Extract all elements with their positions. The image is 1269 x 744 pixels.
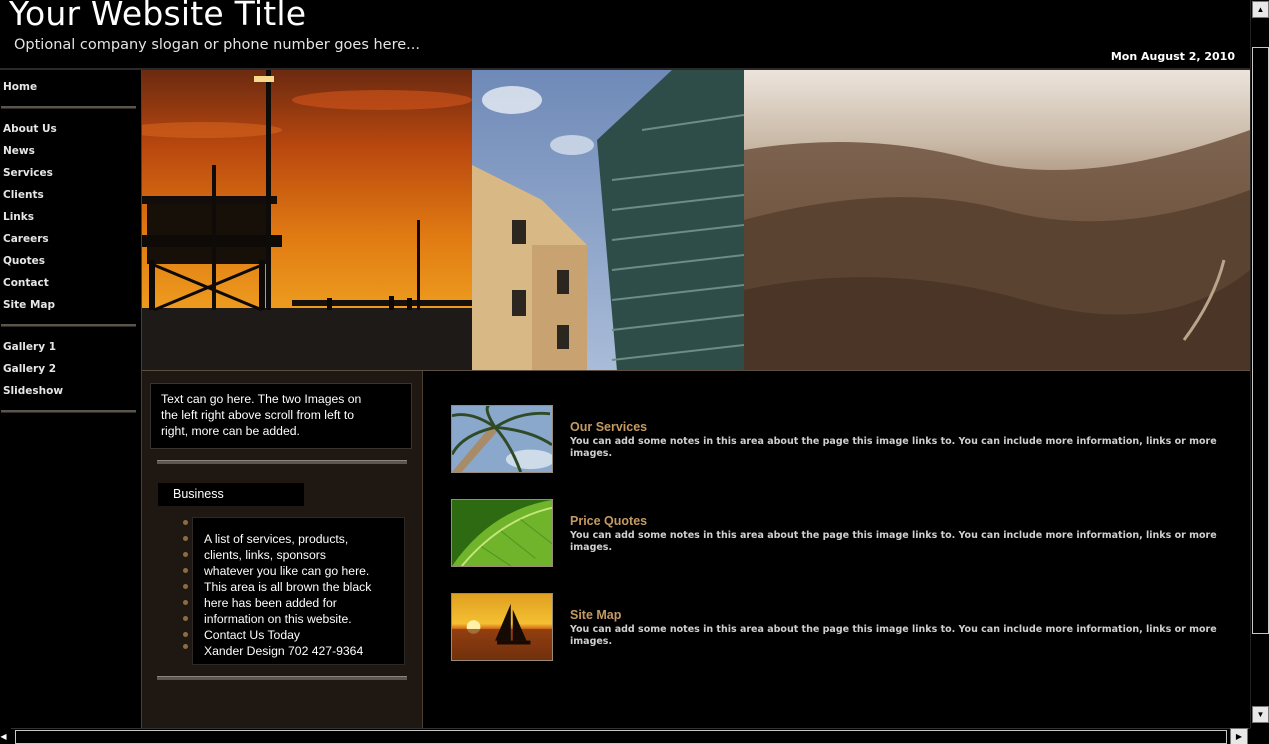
nav-clients[interactable]: Clients bbox=[3, 189, 44, 201]
intro-text-box: Text can go here. The two Images on the … bbox=[150, 383, 412, 449]
bullet-icon bbox=[183, 552, 188, 557]
nav-site-map[interactable]: Site Map bbox=[3, 299, 55, 311]
nav-services[interactable]: Services bbox=[3, 167, 53, 179]
nav-links[interactable]: Links bbox=[3, 211, 34, 223]
nav-careers[interactable]: Careers bbox=[3, 233, 49, 245]
site-header: Your Website Title Optional company slog… bbox=[0, 0, 1250, 70]
bullet-icon bbox=[183, 584, 188, 589]
intro-text-line: Text can go here. The two Images on bbox=[161, 392, 362, 406]
sailboat-sunset-image[interactable] bbox=[451, 593, 553, 661]
nav-gallery-2[interactable]: Gallery 2 bbox=[3, 363, 56, 375]
nav-quotes[interactable]: Quotes bbox=[3, 255, 45, 267]
nav-gallery-1[interactable]: Gallery 1 bbox=[3, 341, 56, 353]
banner-image-sepia-hills bbox=[744, 70, 1250, 371]
nav-about-us[interactable]: About Us bbox=[3, 123, 57, 135]
vertical-scroll-thumb[interactable] bbox=[1252, 47, 1269, 634]
feature-description: You can add some notes in this area abou… bbox=[570, 530, 1217, 553]
list-item: here has been added for bbox=[204, 596, 337, 610]
intro-text-line: the left right above scroll from left to bbox=[161, 408, 355, 422]
bullet-icon bbox=[183, 616, 188, 621]
scroll-down-icon[interactable]: ▼ bbox=[1252, 706, 1269, 723]
bullet-icon bbox=[183, 632, 188, 637]
section-divider bbox=[157, 676, 407, 680]
nav-slideshow[interactable]: Slideshow bbox=[3, 385, 63, 397]
feature-title[interactable]: Price Quotes bbox=[570, 514, 647, 528]
nav-home[interactable]: Home bbox=[3, 81, 37, 93]
business-list: A list of services, products, clients, l… bbox=[192, 517, 405, 665]
nav-news[interactable]: News bbox=[3, 145, 35, 157]
feature-site-map: Site Map You can add some notes in this … bbox=[451, 593, 1217, 663]
current-date: Mon August 2, 2010 bbox=[1110, 50, 1235, 63]
horizontal-scroll-thumb[interactable] bbox=[15, 730, 1227, 744]
palm-tree-image[interactable] bbox=[451, 405, 553, 473]
feature-our-services: Our Services You can add some notes in t… bbox=[451, 405, 1217, 475]
banner-image-buildings bbox=[472, 70, 744, 371]
list-item: information on this website. bbox=[204, 612, 352, 626]
feature-list: Our Services You can add some notes in t… bbox=[423, 371, 1250, 728]
section-divider bbox=[157, 460, 407, 464]
site-slogan: Optional company slogan or phone number … bbox=[14, 37, 420, 53]
scroll-up-icon[interactable]: ▲ bbox=[1252, 1, 1269, 18]
nav-divider bbox=[1, 410, 136, 413]
scroll-left-icon[interactable]: ◀ bbox=[0, 728, 11, 744]
sidebar-nav: Home About Us News Services Clients Link… bbox=[0, 70, 142, 728]
nav-contact[interactable]: Contact bbox=[3, 277, 49, 289]
list-item: A list of services, products, bbox=[204, 532, 349, 546]
list-item: clients, links, sponsors bbox=[204, 548, 326, 562]
green-leaf-image[interactable] bbox=[451, 499, 553, 567]
feature-description: You can add some notes in this area abou… bbox=[570, 436, 1217, 459]
bullet-icon bbox=[183, 568, 188, 573]
intro-text-line: right, more can be added. bbox=[161, 424, 300, 438]
business-heading: Business bbox=[158, 483, 304, 506]
site-title: Your Website Title bbox=[9, 0, 307, 33]
list-item: This area is all brown the black bbox=[204, 580, 372, 594]
bullet-icon bbox=[183, 536, 188, 541]
brown-info-column: Text can go here. The two Images on the … bbox=[142, 371, 423, 728]
list-item: whatever you like can go here. bbox=[204, 564, 370, 578]
feature-title[interactable]: Our Services bbox=[570, 420, 647, 434]
bullet-icon bbox=[183, 644, 188, 649]
bullet-icon bbox=[183, 520, 188, 525]
bullet-markers bbox=[183, 520, 189, 650]
list-item: Xander Design 702 427-9364 bbox=[204, 644, 364, 658]
horizontal-scrollbar[interactable]: ◀ ▶ bbox=[0, 728, 1250, 744]
feature-price-quotes: Price Quotes You can add some notes in t… bbox=[451, 499, 1217, 569]
nav-divider bbox=[1, 106, 136, 109]
feature-title[interactable]: Site Map bbox=[570, 608, 621, 622]
list-item: Contact Us Today bbox=[204, 628, 300, 642]
feature-description: You can add some notes in this area abou… bbox=[570, 624, 1217, 647]
banner-image-lifeguard-sunset bbox=[142, 70, 472, 371]
vertical-scrollbar[interactable]: ▲ ▼ bbox=[1250, 0, 1269, 728]
bullet-icon bbox=[183, 600, 188, 605]
scroll-right-icon[interactable]: ▶ bbox=[1230, 728, 1248, 744]
nav-divider bbox=[1, 324, 136, 327]
